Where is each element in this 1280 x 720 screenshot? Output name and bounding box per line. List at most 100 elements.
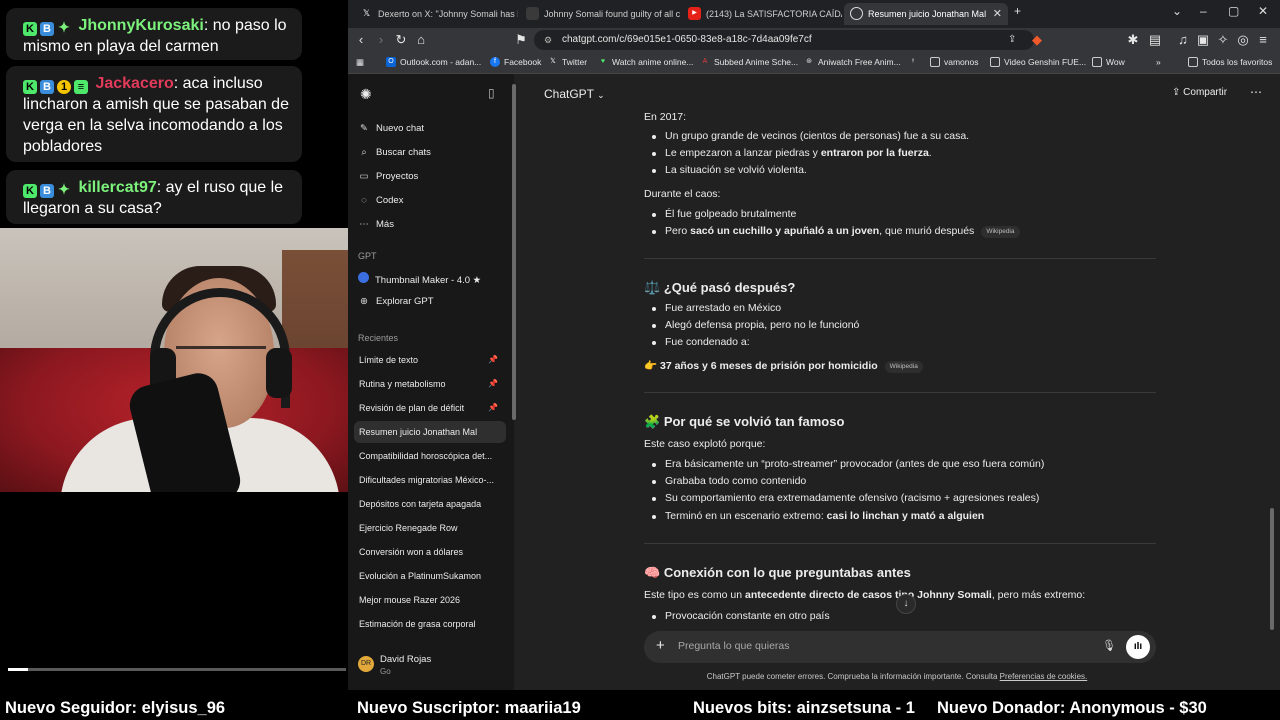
- chat-history-item[interactable]: Dificultades migratorias México-...: [354, 469, 506, 491]
- share-page-icon[interactable]: ⇪: [1008, 30, 1016, 50]
- add-attachment-icon[interactable]: +: [656, 637, 665, 654]
- bookmark-folder-wow[interactable]: Wow: [1092, 57, 1125, 67]
- source-chip[interactable]: Wikipedia: [884, 361, 923, 373]
- edit-icon: ✎: [360, 123, 368, 134]
- bookmark-watch-anime[interactable]: ♥ Watch anime online...: [598, 57, 694, 67]
- openai-logo-icon[interactable]: ✺: [360, 86, 372, 103]
- bookmark-folder-vamonos[interactable]: vamonos: [930, 57, 979, 67]
- chat-history-item[interactable]: Compatibilidad horoscópica det...: [354, 445, 506, 467]
- new-tab-button[interactable]: +: [1014, 4, 1021, 18]
- folder-icon: ▭: [359, 171, 369, 182]
- mod-badge-icon: K: [23, 80, 37, 94]
- page-icon: [526, 7, 539, 20]
- chatgpt-app: ✺ ▯ ✎ Nuevo chat ⌕ Buscar chats ▭ Proyectos…: [348, 74, 1280, 690]
- chat-history-item-active[interactable]: Resumen juicio Jonathan Mal: [354, 421, 506, 443]
- list-item: Alegó defensa propia, pero no le funcion…: [651, 319, 860, 331]
- search-chats-button[interactable]: ⌕ Buscar chats: [358, 147, 508, 158]
- microphone-icon[interactable]: 🎙: [1102, 639, 1116, 652]
- more-bookmarks-icon[interactable]: »: [1156, 57, 1161, 67]
- site-info-icon[interactable]: ⚙: [544, 30, 552, 50]
- chat-history-item[interactable]: Conversión won a dólares: [354, 541, 506, 563]
- pin-icon: 📌: [488, 403, 498, 412]
- codex-button[interactable]: ◌ Codex: [358, 195, 508, 206]
- scroll-down-button[interactable]: ↓: [896, 594, 916, 614]
- gpt-thumbnail-maker[interactable]: Thumbnail Maker - 4.0 ★: [358, 272, 508, 286]
- share-button[interactable]: ⇪ Compartir: [1172, 87, 1227, 98]
- wallet-icon[interactable]: ▣: [1194, 31, 1212, 49]
- share-icon: ⇪: [1172, 87, 1181, 98]
- vpn-icon[interactable]: ◎: [1234, 31, 1252, 49]
- mod-badge-icon: K: [23, 22, 37, 36]
- address-bar[interactable]: ⚙ chatgpt.com/c/69e015e1-0650-83e8-a18c-…: [534, 30, 1034, 50]
- list-item: Terminó en un escenario extremo: casi lo…: [651, 510, 985, 522]
- more-button[interactable]: ⋯ Más: [358, 219, 508, 230]
- chevron-down-icon: ⌄: [597, 90, 605, 100]
- mod-badge-icon: K: [23, 184, 37, 198]
- back-icon[interactable]: ‹: [352, 31, 370, 49]
- divider: [644, 543, 1156, 544]
- forward-icon[interactable]: ›: [372, 31, 390, 49]
- brave-shield-icon[interactable]: ◆: [1028, 31, 1046, 49]
- apps-icon[interactable]: ▦: [356, 57, 364, 68]
- bookmark-twitter[interactable]: 𝕏 Twitter: [548, 57, 587, 67]
- bookmark-outlook[interactable]: O Outlook.com - adan...: [386, 57, 481, 67]
- outlook-icon: O: [386, 57, 396, 67]
- leo-ai-icon[interactable]: ✧: [1214, 31, 1232, 49]
- sub-badge-icon: B: [40, 22, 54, 36]
- chat-history-item[interactable]: Evolución a PlatinumSukamon: [354, 565, 506, 587]
- voice-mode-icon[interactable]: ıIı: [1126, 635, 1150, 659]
- extensions-icon[interactable]: ✱: [1124, 31, 1142, 49]
- all-bookmarks-button[interactable]: Todos los favoritos: [1188, 57, 1272, 67]
- x-icon: 𝕏: [550, 58, 556, 65]
- cookie-preferences-link[interactable]: Preferencias de cookies.: [1000, 672, 1088, 681]
- browser-tab-active[interactable]: Resumen juicio Jonathan Mal ✕: [844, 3, 1008, 25]
- chat-history-item[interactable]: Revisión de plan de déficit 📌: [354, 397, 506, 419]
- facebook-icon: f: [490, 57, 500, 67]
- close-window-icon[interactable]: ✕: [1258, 4, 1268, 18]
- list-item: Un grupo grande de vecinos (cientos de p…: [651, 130, 970, 142]
- bookmark-icon[interactable]: ⚑: [512, 31, 530, 49]
- reload-icon[interactable]: ↻: [392, 31, 410, 49]
- chat-history-item[interactable]: Depósitos con tarjeta apagada: [354, 493, 506, 515]
- maximize-icon[interactable]: ▢: [1228, 4, 1239, 18]
- chat-history-item[interactable]: Límite de texto 📌: [354, 349, 506, 371]
- stream-alerts-bar: Nuevo Seguidor: elyisus_96 Nuevo Suscrip…: [0, 696, 1280, 720]
- folder-icon: [990, 57, 1000, 67]
- chat-history-item[interactable]: Mejor mouse Razer 2026: [354, 589, 506, 611]
- bookmark-generic-icon: ᵞ: [911, 58, 915, 65]
- tab-label: Dexerto on X: "Johnny Somali has be: [378, 9, 518, 19]
- list-item: Provocación constante en otro país: [652, 610, 830, 622]
- chat-history-item[interactable]: Estimación de grasa corporal: [354, 613, 506, 635]
- bookmark-subbed-anime[interactable]: A Subbed Anime Sche...: [700, 57, 798, 67]
- prompt-input[interactable]: Pregunta lo que quieras: [678, 640, 790, 652]
- conversation-options-button[interactable]: ⋯: [1250, 85, 1262, 99]
- chatgpt-sidebar: ✺ ▯ ✎ Nuevo chat ⌕ Buscar chats ▭ Proyectos…: [348, 74, 516, 690]
- pin-icon: 📌: [488, 379, 498, 388]
- menu-icon[interactable]: ≡: [1254, 31, 1272, 49]
- source-chip[interactable]: Wikipedia: [981, 226, 1020, 238]
- home-icon[interactable]: ⌂: [412, 31, 430, 49]
- media-icon[interactable]: ♫: [1174, 31, 1192, 49]
- chat-history-item[interactable]: Rutina y metabolismo 📌: [354, 373, 506, 395]
- paragraph: 👉 37 años y 6 meses de prisión por homic…: [644, 359, 923, 373]
- new-chat-button[interactable]: ✎ Nuevo chat: [358, 123, 508, 134]
- chat-scrollbar[interactable]: [1270, 508, 1274, 630]
- close-tab-icon[interactable]: ✕: [993, 3, 1002, 25]
- sidebar-panel-icon[interactable]: ▤: [1146, 31, 1164, 49]
- bookmark-facebook[interactable]: f Facebook: [490, 57, 541, 67]
- browser-tab[interactable]: ▶ (2143) La SATISFACTORIA CAÍDA de: [682, 3, 842, 25]
- donation-alert: Nuevo Donador: Anonymous - $30: [937, 699, 1207, 717]
- model-selector[interactable]: ChatGPT ⌄: [544, 87, 605, 101]
- chat-history-item[interactable]: Ejercicio Renegade Row: [354, 517, 506, 539]
- tab-search-icon[interactable]: ⌄: [1172, 4, 1182, 18]
- browser-tab[interactable]: 𝕏 Dexerto on X: "Johnny Somali has be: [354, 3, 518, 25]
- projects-button[interactable]: ▭ Proyectos: [358, 171, 508, 182]
- explore-gpts-button[interactable]: ⊕ Explorar GPT: [358, 296, 508, 307]
- close-sidebar-icon[interactable]: ▯: [488, 86, 495, 100]
- bookmark-aniwatch[interactable]: ⊛ Aniwatch Free Anim...: [804, 57, 901, 67]
- browser-tab[interactable]: Johnny Somali found guilty of all cha: [520, 3, 680, 25]
- gift-badge-icon: ≡: [74, 80, 88, 94]
- prompt-composer[interactable]: + Pregunta lo que quieras 🎙 ıIı: [644, 631, 1156, 663]
- bookmark-folder-genshin[interactable]: Video Genshin FUE...: [990, 57, 1086, 67]
- minimize-icon[interactable]: –: [1200, 4, 1207, 18]
